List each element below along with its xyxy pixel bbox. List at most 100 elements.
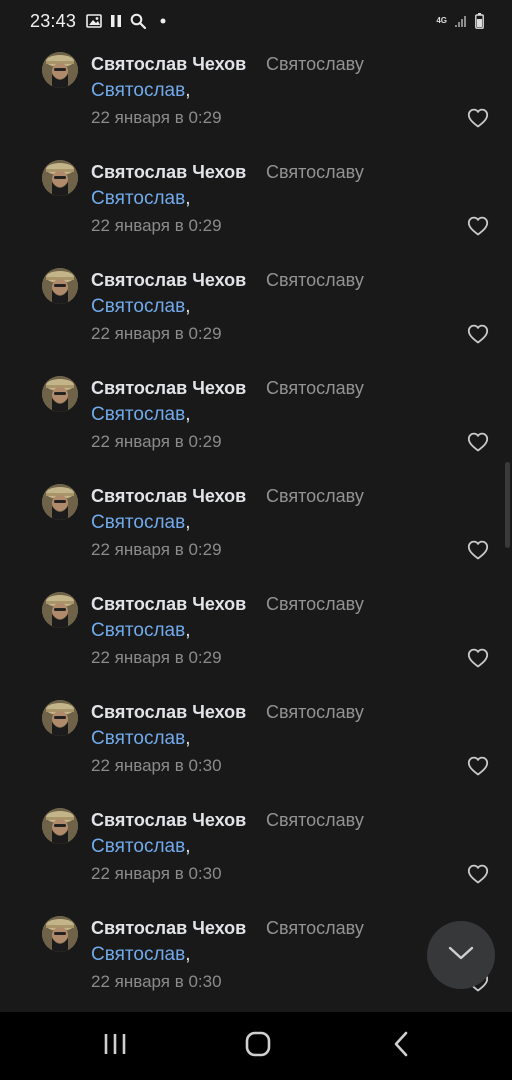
comment-text: Святослав, [91, 512, 190, 534]
back-icon [392, 1030, 410, 1063]
heart-outline-icon[interactable] [467, 864, 489, 884]
comment-suffix: , [185, 944, 191, 965]
avatar[interactable] [42, 592, 78, 628]
heart-outline-icon[interactable] [467, 216, 489, 236]
comment-date: 22 января в 0:29 [91, 540, 222, 559]
mention-link[interactable]: Святослав [91, 944, 185, 965]
comment-date: 22 января в 0:30 [91, 972, 222, 991]
reply-to[interactable]: Святославу [266, 162, 364, 183]
reply-to[interactable]: Святославу [266, 378, 364, 399]
reply-to[interactable]: Святославу [266, 702, 364, 723]
chevron-down-icon [447, 945, 475, 966]
comment-suffix: , [185, 728, 191, 749]
avatar[interactable] [42, 808, 78, 844]
mention-link[interactable]: Святослав [91, 620, 185, 641]
network-type-icon: 4G [436, 17, 447, 25]
comment-text: Святослав, [91, 80, 190, 102]
heart-outline-icon[interactable] [467, 108, 489, 128]
comment-date: 22 января в 0:29 [91, 432, 222, 451]
status-bar: 23:43 4G [0, 0, 512, 42]
heart-outline-icon[interactable] [467, 324, 489, 344]
comment-text: Святослав, [91, 404, 190, 426]
search-icon [130, 13, 146, 29]
mention-link[interactable]: Святослав [91, 728, 185, 749]
mention-link[interactable]: Святослав [91, 512, 185, 533]
avatar[interactable] [42, 268, 78, 304]
avatar[interactable] [42, 376, 78, 412]
comment-item[interactable]: Святослав Чехов Святославу Святослав, 22… [0, 798, 512, 906]
pause-icon [110, 14, 122, 28]
mention-link[interactable]: Святослав [91, 296, 185, 317]
scroll-down-button[interactable] [427, 921, 495, 989]
comment-item[interactable]: Святослав Чехов Святославу Святослав, 22… [0, 474, 512, 582]
reply-to[interactable]: Святославу [266, 54, 364, 75]
avatar[interactable] [42, 52, 78, 88]
comment-date: 22 января в 0:30 [91, 756, 222, 775]
signal-icon [454, 14, 468, 28]
comment-text: Святослав, [91, 620, 190, 642]
comment-author[interactable]: Святослав Чехов [91, 162, 246, 183]
comment-author[interactable]: Святослав Чехов [91, 378, 246, 399]
comment-item[interactable]: Святослав Чехов Святославу Святослав, 22… [0, 690, 512, 798]
comment-suffix: , [185, 620, 191, 641]
comment-author[interactable]: Святослав Чехов [91, 486, 246, 507]
battery-icon [475, 13, 484, 29]
comment-item[interactable]: Святослав Чехов Святославу Святослав, 22… [0, 258, 512, 366]
status-system-icons: 4G [436, 12, 484, 30]
comment-author[interactable]: Святослав Чехов [91, 594, 246, 615]
network-type-label: 4G [436, 16, 447, 25]
scrollbar-thumb[interactable] [505, 462, 510, 548]
comment-list[interactable]: Святослав Чехов Святославу Святослав, 22… [0, 42, 512, 1014]
comment-date: 22 января в 0:29 [91, 216, 222, 235]
mention-link[interactable]: Святослав [91, 188, 185, 209]
comment-suffix: , [185, 188, 191, 209]
comment-author[interactable]: Святослав Чехов [91, 702, 246, 723]
comment-suffix: , [185, 80, 191, 101]
mention-link[interactable]: Святослав [91, 404, 185, 425]
reply-to[interactable]: Святославу [266, 594, 364, 615]
recents-icon [102, 1032, 128, 1061]
comment-suffix: , [185, 836, 191, 857]
comment-suffix: , [185, 296, 191, 317]
status-time: 23:43 [30, 11, 77, 31]
comment-item[interactable]: Святослав Чехов Святославу Святослав, 22… [0, 582, 512, 690]
reply-to[interactable]: Святославу [266, 270, 364, 291]
system-navigation-bar [0, 1012, 512, 1080]
comment-text: Святослав, [91, 188, 190, 210]
avatar[interactable] [42, 160, 78, 196]
comment-date: 22 января в 0:30 [91, 864, 222, 883]
comment-author[interactable]: Святослав Чехов [91, 810, 246, 831]
comment-author[interactable]: Святослав Чехов [91, 270, 246, 291]
heart-outline-icon[interactable] [467, 540, 489, 560]
comment-text: Святослав, [91, 944, 190, 966]
comment-author[interactable]: Святослав Чехов [91, 54, 246, 75]
comment-suffix: , [185, 512, 191, 533]
comment-date: 22 января в 0:29 [91, 108, 222, 127]
avatar[interactable] [42, 700, 78, 736]
avatar[interactable] [42, 484, 78, 520]
comment-author[interactable]: Святослав Чехов [91, 918, 246, 939]
heart-outline-icon[interactable] [467, 648, 489, 668]
status-notification-icons [86, 12, 166, 30]
heart-outline-icon[interactable] [467, 432, 489, 452]
comment-item[interactable]: Святослав Чехов Святославу Святослав, 22… [0, 366, 512, 474]
avatar[interactable] [42, 916, 78, 952]
comment-suffix: , [185, 404, 191, 425]
home-button[interactable] [240, 1030, 276, 1062]
mention-link[interactable]: Святослав [91, 836, 185, 857]
heart-outline-icon[interactable] [467, 756, 489, 776]
comment-date: 22 января в 0:29 [91, 324, 222, 343]
gallery-icon [86, 14, 102, 28]
comment-text: Святослав, [91, 836, 190, 858]
comment-item[interactable]: Святослав Чехов Святославу Святослав, 22… [0, 42, 512, 150]
recents-button[interactable] [98, 1030, 132, 1062]
mention-link[interactable]: Святослав [91, 80, 185, 101]
comment-text: Святослав, [91, 296, 190, 318]
comment-text: Святослав, [91, 728, 190, 750]
back-button[interactable] [386, 1030, 416, 1062]
reply-to[interactable]: Святославу [266, 918, 364, 939]
comment-item[interactable]: Святослав Чехов Святославу Святослав, 22… [0, 150, 512, 258]
reply-to[interactable]: Святославу [266, 486, 364, 507]
notification-dot-icon [160, 18, 166, 24]
reply-to[interactable]: Святославу [266, 810, 364, 831]
